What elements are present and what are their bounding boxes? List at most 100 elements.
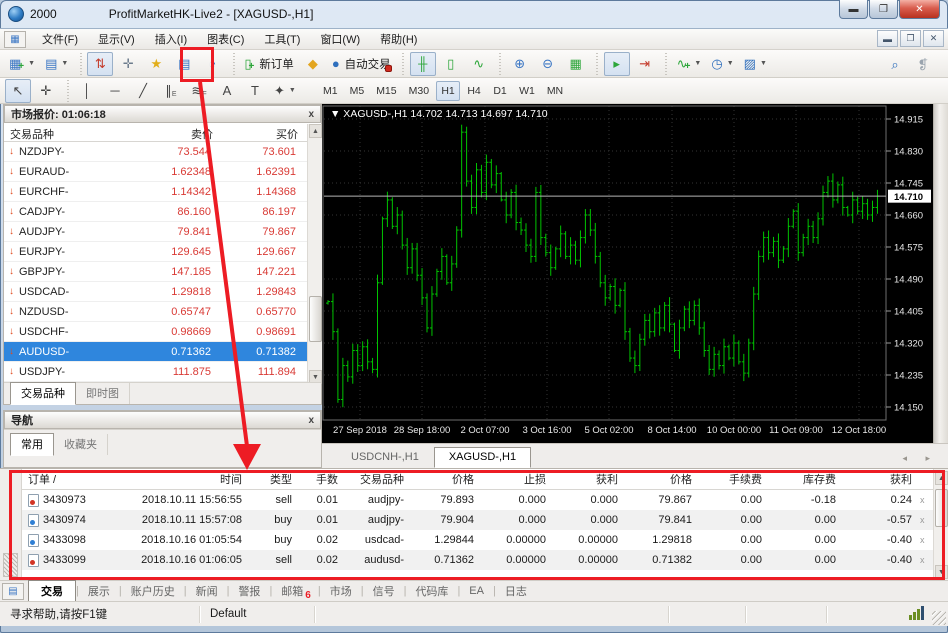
tab-交易品种[interactable]: 交易品种: [10, 382, 76, 405]
orders-col-header[interactable]: 手数: [298, 471, 344, 487]
orders-col-header[interactable]: 获利: [552, 471, 624, 487]
dropdown-caret-icon[interactable]: ▼: [727, 60, 734, 67]
zoom-in-button[interactable]: ⊕: [507, 52, 533, 76]
scroll-up-icon[interactable]: ▲: [935, 471, 948, 485]
workspace-scroll-strip[interactable]: [933, 104, 948, 443]
orders-col-header[interactable]: 类型: [248, 471, 298, 487]
close-order-icon[interactable]: x: [918, 495, 925, 505]
trendline-tool[interactable]: ╱: [130, 79, 156, 103]
terminal-tab-日志[interactable]: 日志: [496, 581, 536, 601]
autotrading-button[interactable]: ● 自动交易: [328, 52, 395, 76]
col-ask[interactable]: 买价: [219, 123, 304, 141]
terminal-tab-邮箱[interactable]: 邮箱 6: [272, 581, 318, 601]
tab-即时图[interactable]: 即时图: [76, 383, 130, 404]
market-watch-row[interactable]: ↓ AUDJPY- 79.841 79.867: [4, 222, 321, 242]
scrollbar-thumb[interactable]: [935, 489, 948, 527]
menu-window[interactable]: 窗口(W): [310, 29, 370, 49]
order-row[interactable]: 3433098 2018.10.16 01:05:54 buy 0.02 usdcad-…: [22, 530, 933, 550]
arrows-tool[interactable]: ✦ ▼: [270, 79, 300, 103]
timeframe-m1[interactable]: M1: [318, 81, 343, 101]
status-profile[interactable]: Default: [200, 605, 315, 623]
crosshair-tool[interactable]: ✛: [33, 79, 59, 103]
terminal-tab-市场[interactable]: 市场: [321, 581, 361, 601]
market-watch-header[interactable]: 交易品种 卖价 买价: [4, 123, 321, 142]
terminal-tab-代码库[interactable]: 代码库: [406, 581, 457, 601]
terminal-tab-新闻[interactable]: 新闻: [187, 581, 227, 601]
metaeditor-button[interactable]: ◆: [300, 52, 326, 76]
market-watch-close-icon[interactable]: x: [308, 109, 314, 120]
market-watch-row[interactable]: ↓ NZDUSD- 0.65747 0.65770: [4, 302, 321, 322]
timeframe-d1[interactable]: D1: [488, 81, 512, 101]
terminal-tab-展示[interactable]: 展示: [79, 581, 119, 601]
strategy-tester-button[interactable]: ◔: [199, 52, 225, 76]
chart-area[interactable]: 14.915 14.830 14.745 14.660 14.575 14.490 14.4…: [322, 104, 933, 443]
terminal-tab-交易[interactable]: 交易: [28, 580, 76, 602]
dropdown-caret-icon[interactable]: ▼: [28, 60, 35, 67]
col-bid[interactable]: 卖价: [139, 123, 219, 141]
title-bar[interactable]: 2000 ProfitMarketHK-Live2 - [XAGUSD-,H1]…: [0, 0, 948, 28]
price-chart[interactable]: 14.915 14.830 14.745 14.660 14.575 14.490 14.4…: [322, 104, 933, 443]
timeframe-w1[interactable]: W1: [514, 81, 540, 101]
chat-icon[interactable]: ❡: [910, 52, 936, 76]
templates-button[interactable]: ▨ ▼: [740, 52, 771, 76]
timeframe-h4[interactable]: H4: [462, 81, 486, 101]
market-watch-row[interactable]: ↓ GBPJPY- 147.185 147.221: [4, 262, 321, 282]
navigator-close-icon[interactable]: x: [308, 415, 314, 426]
search-icon[interactable]: ⌕: [882, 52, 908, 76]
menu-view[interactable]: 显示(V): [88, 29, 145, 49]
market-watch-row[interactable]: ↓ USDCHF- 0.98669 0.98691: [4, 322, 321, 342]
market-watch-button[interactable]: ⇅: [87, 51, 114, 76]
zoom-out-button[interactable]: ⊖: [535, 52, 561, 76]
dropdown-caret-icon[interactable]: ▼: [760, 60, 767, 67]
new-chart-button[interactable]: ▦ + ▼: [5, 52, 39, 76]
orders-col-header[interactable]: 时间: [128, 471, 248, 487]
market-watch-titlebar[interactable]: 市场报价: 01:06:18 x: [4, 105, 321, 123]
window-close-button[interactable]: ✕: [899, 0, 940, 19]
cursor-tool[interactable]: ↖: [5, 78, 31, 103]
timeframe-m30[interactable]: M30: [404, 81, 434, 101]
close-order-icon[interactable]: x: [918, 515, 925, 525]
tile-windows-button[interactable]: ▦: [563, 52, 589, 76]
new-order-button[interactable]: ▯ + 新订单: [240, 52, 298, 76]
market-watch-row[interactable]: ↓ EURCHF- 1.14342 1.14368: [4, 182, 321, 202]
menu-file[interactable]: 文件(F): [32, 29, 88, 49]
chart-shift-button[interactable]: ⇥: [632, 52, 658, 76]
text-tool[interactable]: A: [214, 79, 240, 103]
chart-minimize-button[interactable]: ▬: [877, 30, 898, 47]
terminal-tab-EA[interactable]: EA: [460, 583, 493, 599]
chart-close-button[interactable]: ✕: [923, 30, 944, 47]
timeframe-m15[interactable]: M15: [371, 81, 401, 101]
terminal-tab-信号[interactable]: 信号: [364, 581, 404, 601]
chart-tab-XAGUSD-,H1[interactable]: XAGUSD-,H1: [433, 447, 532, 468]
timeframe-h1[interactable]: H1: [436, 80, 461, 101]
timeframe-mn[interactable]: MN: [542, 81, 568, 101]
indicators-button[interactable]: ∿ + ▼: [673, 52, 706, 76]
market-watch-scrollbar[interactable]: ▲ ▼: [307, 124, 322, 384]
timeframe-m5[interactable]: M5: [345, 81, 370, 101]
orders-header-row[interactable]: 订单 / 时间 类型 手数 交易品种 价格 止损 获利 价格 手续费 库存费 获利: [22, 469, 933, 490]
orders-col-header[interactable]: 手续费: [698, 471, 768, 487]
dropdown-caret-icon[interactable]: ▼: [289, 87, 296, 94]
line-chart-button[interactable]: ∿: [466, 52, 492, 76]
resize-grip[interactable]: [932, 611, 946, 625]
terminal-tab-警报[interactable]: 警报: [229, 581, 269, 601]
navigator-button[interactable]: ★: [143, 52, 169, 76]
market-watch-row[interactable]: ↓ EURAUD- 1.62348 1.62391: [4, 162, 321, 182]
market-watch-row[interactable]: ↓ CADJPY- 86.160 86.197: [4, 202, 321, 222]
dropdown-caret-icon[interactable]: ▼: [694, 60, 701, 67]
orders-col-header[interactable]: 止损: [480, 471, 552, 487]
orders-col-header[interactable]: 交易品种: [344, 471, 410, 487]
menu-insert[interactable]: 插入(I): [145, 29, 197, 49]
orders-col-header[interactable]: 价格: [410, 471, 480, 487]
channel-tool[interactable]: ∥ E: [158, 79, 184, 103]
window-minimize-button[interactable]: ▬: [839, 0, 868, 19]
scrollbar-thumb[interactable]: [309, 296, 322, 342]
orders-col-header[interactable]: 价格: [624, 471, 698, 487]
bar-chart-button[interactable]: ╫: [409, 51, 436, 76]
chart-tab-USDCNH-,H1[interactable]: USDCNH-,H1: [336, 447, 434, 468]
close-order-icon[interactable]: x: [918, 555, 925, 565]
tab-scroll-arrows-icon[interactable]: ◂ ▸: [902, 453, 938, 464]
orders-col-header[interactable]: 库存费: [768, 471, 842, 487]
close-order-icon[interactable]: x: [918, 535, 925, 545]
menu-charts[interactable]: 图表(C): [197, 29, 254, 49]
